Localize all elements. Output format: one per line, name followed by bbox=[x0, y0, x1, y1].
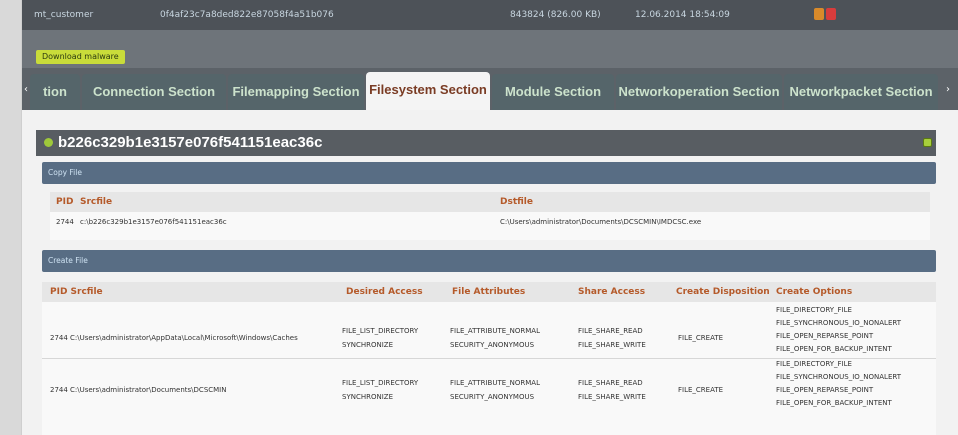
create-row1-src: C:\Users\administrator\AppData\Local\Mic… bbox=[70, 334, 298, 342]
tab-connection[interactable]: Connection Section bbox=[82, 74, 226, 110]
create-row1-opt4: FILE_OPEN_FOR_BACKUP_INTENT bbox=[776, 345, 892, 353]
create-row2-desired2: SYNCHRONIZE bbox=[342, 393, 393, 401]
col-pid-srcfile: PID Srcfile bbox=[50, 287, 103, 297]
create-row1-share2: FILE_SHARE_WRITE bbox=[578, 341, 646, 349]
sample-section-header[interactable]: b226c329b1e3157e076f541151eac36c bbox=[36, 130, 936, 156]
tabs-left-arrow[interactable]: ‹ bbox=[24, 84, 28, 95]
create-file-table: PID Srcfile Desired Access File Attribut… bbox=[42, 282, 936, 435]
copy-file-head: PID Srcfile Dstfile bbox=[50, 192, 930, 212]
col-desired-access: Desired Access bbox=[346, 287, 423, 297]
create-row2-attrs2: SECURITY_ANONYMOUS bbox=[450, 393, 535, 401]
create-row2-disp: FILE_CREATE bbox=[678, 386, 724, 394]
create-row1-opt3: FILE_OPEN_REPARSE_POINT bbox=[776, 332, 874, 340]
tab-networkoperation[interactable]: Networkoperation Section bbox=[616, 74, 782, 110]
create-row1-attrs2: SECURITY_ANONYMOUS bbox=[450, 341, 535, 349]
create-row1-pid: 2744 bbox=[50, 334, 68, 342]
action-bar: Download malware bbox=[22, 30, 958, 68]
create-row1-share1: FILE_SHARE_READ bbox=[578, 327, 643, 335]
create-row1-disp: FILE_CREATE bbox=[678, 334, 724, 342]
create-row1-opt2: FILE_SYNCHRONOUS_IO_NONALERT bbox=[776, 319, 902, 327]
create-row1-desired2: SYNCHRONIZE bbox=[342, 341, 393, 349]
sample-hash-title: b226c329b1e3157e076f541151eac36c bbox=[58, 134, 323, 151]
download-malware-button[interactable]: Download malware bbox=[36, 50, 125, 64]
copy-file-table: PID Srcfile Dstfile 2744 c:\b226c329b1e3… bbox=[50, 192, 930, 240]
file-hash: 0f4af23c7a8ded822e87058f4a51b076 bbox=[160, 10, 334, 20]
copy-row-pid: 2744 bbox=[56, 218, 74, 226]
col-dstfile: Dstfile bbox=[500, 197, 533, 207]
create-row1-opt1: FILE_DIRECTORY_FILE bbox=[776, 306, 852, 314]
create-row2-opt2: FILE_SYNCHRONOUS_IO_NONALERT bbox=[776, 373, 902, 381]
file-size: 843824 (826.00 KB) bbox=[510, 10, 601, 20]
tabs-right-arrow[interactable]: › bbox=[946, 84, 950, 95]
tab-networkpacket[interactable]: Networkpacket Section bbox=[784, 74, 938, 110]
copy-row-src: c:\b226c329b1e3157e076f541151eac36c bbox=[80, 218, 227, 226]
create-row2-desired1: FILE_LIST_DIRECTORY bbox=[342, 379, 419, 387]
row-separator bbox=[42, 358, 936, 359]
col-share-access: Share Access bbox=[578, 287, 646, 297]
copy-file-header: Copy File bbox=[42, 162, 936, 184]
create-row2-opt3: FILE_OPEN_REPARSE_POINT bbox=[776, 386, 874, 394]
create-row2-opt1: FILE_DIRECTORY_FILE bbox=[776, 360, 852, 368]
create-row2-attrs1: FILE_ATTRIBUTE_NORMAL bbox=[450, 379, 540, 387]
create-file-head: PID Srcfile Desired Access File Attribut… bbox=[42, 282, 936, 302]
create-row2-pid: 2744 bbox=[50, 386, 68, 394]
create-file-header: Create File bbox=[42, 250, 936, 272]
tab-module[interactable]: Module Section bbox=[492, 74, 614, 110]
create-row2-src: C:\Users\administrator\Documents\DCSCMIN bbox=[70, 386, 227, 394]
pdf-icon[interactable] bbox=[826, 8, 836, 20]
copy-row-dst: C:\Users\administrator\Documents\DCSCMIN… bbox=[500, 218, 702, 226]
col-create-options: Create Options bbox=[776, 287, 853, 297]
filename: mt_customer bbox=[34, 10, 94, 20]
col-pid: PID bbox=[56, 197, 74, 207]
create-row1-desired1: FILE_LIST_DIRECTORY bbox=[342, 327, 419, 335]
left-rail bbox=[0, 0, 22, 435]
leaf-icon bbox=[44, 138, 53, 147]
tab-filesystem[interactable]: Filesystem Section bbox=[366, 72, 490, 110]
tab-partial[interactable]: tion bbox=[30, 74, 80, 110]
create-row2-opt4: FILE_OPEN_FOR_BACKUP_INTENT bbox=[776, 399, 892, 407]
file-date: 12.06.2014 18:54:09 bbox=[635, 10, 730, 20]
create-row1-attrs1: FILE_ATTRIBUTE_NORMAL bbox=[450, 327, 540, 335]
collapse-icon[interactable] bbox=[923, 138, 932, 147]
top-info-bar: mt_customer 0f4af23c7a8ded822e87058f4a51… bbox=[22, 0, 958, 30]
section-tabs: tion Connection Section Filemapping Sect… bbox=[22, 68, 958, 110]
app-window: mt_customer 0f4af23c7a8ded822e87058f4a51… bbox=[0, 0, 958, 435]
report-icon[interactable] bbox=[814, 8, 824, 20]
col-create-disposition: Create Disposition bbox=[676, 287, 770, 297]
create-row2-share1: FILE_SHARE_READ bbox=[578, 379, 643, 387]
col-file-attributes: File Attributes bbox=[452, 287, 526, 297]
filesystem-content: b226c329b1e3157e076f541151eac36c Copy Fi… bbox=[22, 110, 958, 435]
tab-filemapping[interactable]: Filemapping Section bbox=[228, 74, 364, 110]
col-srcfile: Srcfile bbox=[80, 197, 113, 207]
create-row2-share2: FILE_SHARE_WRITE bbox=[578, 393, 646, 401]
